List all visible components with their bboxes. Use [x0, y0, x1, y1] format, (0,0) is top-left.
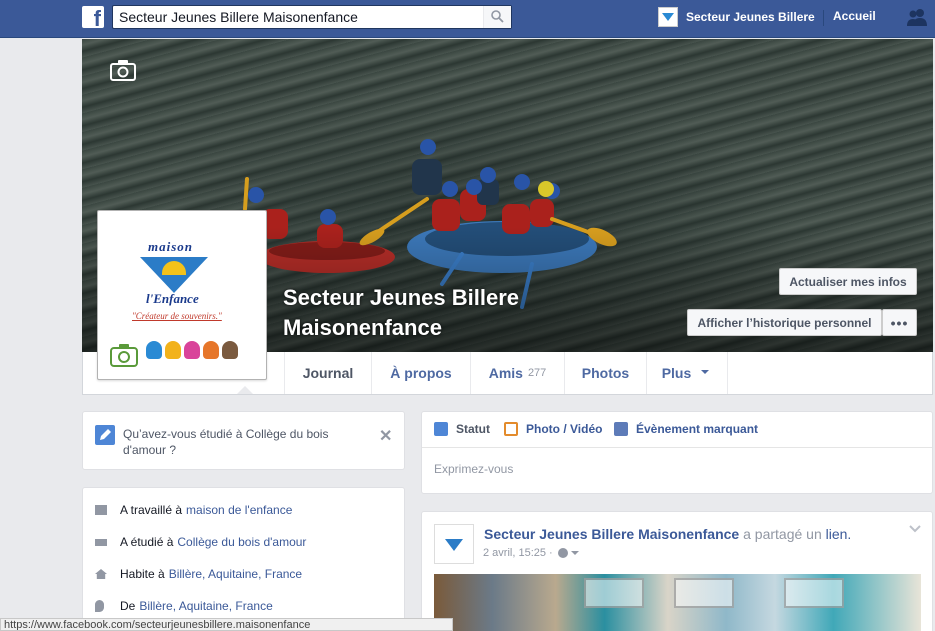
friend-requests-icon[interactable] — [905, 7, 929, 27]
tab-journal[interactable]: Journal — [284, 352, 371, 394]
home-icon — [95, 569, 107, 579]
composer-tab-life-event[interactable]: Évènement marquant — [614, 422, 758, 436]
post-object-link[interactable]: lien. — [826, 526, 852, 542]
edit-icon — [95, 425, 115, 445]
browser-status-url: https://www.facebook.com/secteurjeunesbi… — [0, 618, 453, 631]
image-detail — [784, 578, 844, 608]
tab-label: Journal — [302, 365, 354, 381]
post-action: a partagé un — [743, 526, 822, 542]
hand-icon — [146, 341, 162, 359]
post-meta: 2 avril, 15:25 · — [483, 547, 579, 559]
hand-icon — [165, 341, 181, 359]
graduation-cap-icon — [95, 538, 107, 546]
chevron-down-icon — [701, 370, 710, 374]
tab-label: Photos — [581, 365, 630, 381]
logo-text-top: maison — [148, 239, 194, 254]
about-link[interactable]: Collège du bois d'amour — [177, 535, 306, 549]
close-icon[interactable]: ✕ — [379, 426, 392, 446]
search-input[interactable] — [119, 8, 479, 26]
post-timestamp[interactable]: 2 avril, 15:25 · — [483, 547, 553, 559]
camera-icon[interactable] — [110, 343, 138, 367]
about-link[interactable]: Billère, Aquitaine, France — [169, 567, 302, 581]
profile-link[interactable]: Secteur Jeunes Billere — [658, 6, 815, 28]
tab-friends[interactable]: Amis 277 — [470, 352, 564, 394]
composer-tab-label: Statut — [456, 422, 490, 436]
profile-logo: maison l'Enfance "Créateur de souvenirs.… — [102, 215, 262, 375]
about-link[interactable]: maison de l'enfance — [186, 503, 292, 517]
tab-label: Amis — [488, 365, 523, 381]
active-tab-indicator — [237, 386, 253, 394]
chevron-down-icon[interactable] — [908, 524, 922, 534]
friends-count: 277 — [527, 367, 547, 379]
about-work: A travaillé à maison de l'enfance — [95, 503, 292, 517]
more-options-button[interactable]: ••• — [882, 309, 917, 336]
profile-picture[interactable]: maison l'Enfance "Créateur de souvenirs.… — [97, 210, 267, 380]
update-info-button[interactable]: Actualiser mes infos — [779, 268, 917, 295]
hand-icon — [203, 341, 219, 359]
hand-icon — [222, 341, 238, 359]
divider — [823, 10, 824, 26]
about-lives-in: Habite à Billère, Aquitaine, France — [95, 567, 302, 581]
composer-tabs: Statut Photo / Vidéo Évènement marquant — [422, 412, 932, 448]
about-education: A étudié à Collège du bois d'amour — [95, 535, 306, 549]
search-button[interactable] — [483, 6, 511, 28]
home-link[interactable]: Accueil — [833, 9, 876, 23]
tab-label: Plus — [661, 365, 692, 381]
activity-log-button[interactable]: Afficher l’historique personnel — [687, 309, 882, 336]
composer-tab-photo[interactable]: Photo / Vidéo — [504, 422, 602, 436]
pencil-icon — [434, 422, 448, 436]
briefcase-icon — [95, 505, 107, 515]
feed-post: Secteur Jeunes Billere Maisonenfance a p… — [421, 511, 933, 631]
about-from: De Billère, Aquitaine, France — [95, 599, 273, 613]
profile-avatar — [658, 7, 678, 27]
search-box — [112, 5, 512, 29]
camera-icon[interactable] — [110, 59, 136, 81]
tab-photos[interactable]: Photos — [564, 352, 646, 394]
page-title[interactable]: Secteur Jeunes Billere Maisonenfance — [283, 283, 613, 343]
post-author[interactable]: Secteur Jeunes Billere Maisonenfance — [484, 526, 739, 542]
tab-label: À propos — [390, 365, 452, 381]
tab-about[interactable]: À propos — [371, 352, 470, 394]
post-composer: Statut Photo / Vidéo Évènement marquant … — [421, 411, 933, 494]
image-detail — [674, 578, 734, 608]
post-header: Secteur Jeunes Billere Maisonenfance a p… — [484, 526, 851, 542]
photo-icon — [504, 422, 518, 436]
composer-input[interactable]: Exprimez-vous — [434, 462, 513, 476]
logo-hands — [146, 341, 238, 359]
flag-icon — [614, 422, 628, 436]
logo-slogan: "Créateur de souvenirs." — [132, 311, 222, 321]
intro-card: A travaillé à maison de l'enfance A étud… — [82, 487, 405, 631]
hand-icon — [184, 341, 200, 359]
profile-name: Secteur Jeunes Billere — [686, 10, 815, 24]
globe-icon[interactable] — [557, 547, 579, 559]
post-author-avatar[interactable] — [434, 524, 474, 564]
about-label: A étudié à — [120, 535, 174, 549]
tab-more[interactable]: Plus — [646, 352, 728, 394]
image-detail — [584, 578, 644, 608]
about-label: A travaillé à — [120, 503, 183, 517]
education-question[interactable]: Qu’avez-vous étudié à Collège du bois d'… — [123, 426, 363, 458]
education-prompt-card: Qu’avez-vous étudié à Collège du bois d'… — [82, 411, 405, 470]
about-label: De — [120, 599, 136, 613]
about-label: Habite à — [120, 567, 165, 581]
search-icon — [491, 10, 504, 23]
location-pin-icon — [95, 600, 104, 612]
top-navigation-bar: f Secteur Jeunes Billere Accueil — [0, 0, 935, 38]
composer-tab-status[interactable]: Statut — [434, 422, 490, 436]
logo-text-bottom: l'Enfance — [146, 291, 199, 306]
shared-link-image[interactable] — [434, 574, 921, 631]
facebook-logo[interactable]: f — [82, 6, 104, 28]
about-link[interactable]: Billère, Aquitaine, France — [139, 599, 272, 613]
composer-tab-label: Évènement marquant — [636, 422, 759, 436]
composer-tab-label: Photo / Vidéo — [526, 422, 603, 436]
